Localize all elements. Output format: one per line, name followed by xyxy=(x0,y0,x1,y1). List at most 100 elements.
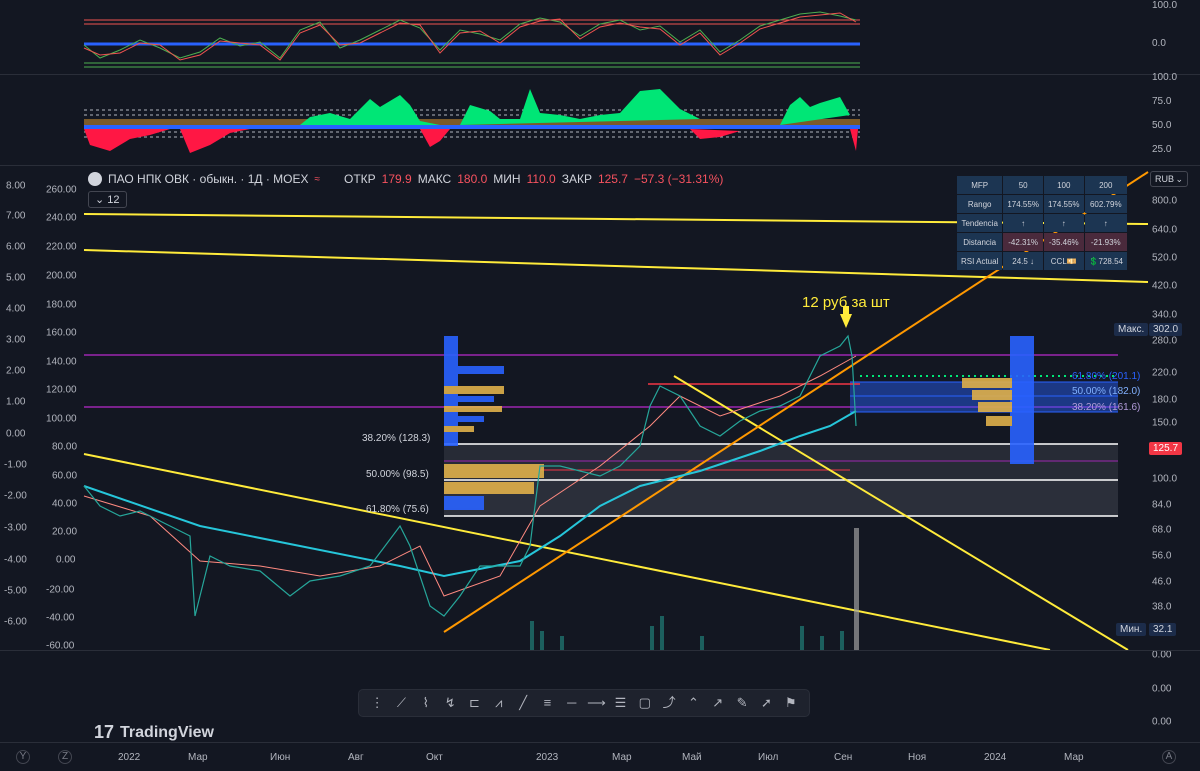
brush-icon[interactable]: ✎ xyxy=(733,694,751,712)
x-tick: Окт xyxy=(426,752,443,763)
osc2-scale-50: 50.0 xyxy=(1152,120,1172,131)
left-tick: 0.00 xyxy=(6,428,26,440)
left-tick: 7.00 xyxy=(6,210,26,222)
mfp-cell: RSI Actual xyxy=(957,252,1003,270)
chart-toggle-icon[interactable]: ≈ xyxy=(315,174,321,185)
right-tick: 46.0 xyxy=(1152,576,1172,588)
right-tick: 220.0 xyxy=(1152,367,1178,379)
left-tick: 180.00 xyxy=(46,299,77,311)
mfp-table: MFP 50 100 200 Rango 174.55% 174.55% 602… xyxy=(956,175,1128,271)
high-value: 180.0 xyxy=(457,172,488,186)
left-tick: 20.00 xyxy=(52,526,78,538)
chevron-down-icon: ⌄ xyxy=(95,194,105,206)
elliott-wave-icon[interactable]: ⟋ xyxy=(392,694,410,712)
left-tick: -4.00 xyxy=(4,554,27,566)
left-tick: 3.00 xyxy=(6,334,26,346)
left-tick: 140.00 xyxy=(46,356,77,368)
rectangle-icon[interactable]: ▢ xyxy=(636,694,654,712)
x-tick: Ноя xyxy=(908,752,927,763)
right-tick: 340.0 xyxy=(1152,309,1178,321)
x-tick: 2023 xyxy=(536,752,559,763)
fib-label-r500: 50.00% (182.0) xyxy=(1072,386,1141,397)
abc-pattern-icon[interactable]: ⌇ xyxy=(417,694,435,712)
mfp-cell: ↑ xyxy=(1003,214,1043,232)
low-value: 110.0 xyxy=(526,172,556,186)
cursor-pattern-icon[interactable]: ↯ xyxy=(441,694,459,712)
mfp-row: Tendencia ↑ ↑ ↑ xyxy=(957,214,1127,232)
volume-profile-left xyxy=(444,336,544,510)
mfp-cell: 24.5 ↓ xyxy=(1003,252,1043,270)
path-icon[interactable]: ⤴ xyxy=(660,694,678,712)
close-label: ЗАКР xyxy=(561,172,592,186)
osc1-scale-100: 100.0 xyxy=(1152,0,1178,11)
time-axis-border xyxy=(0,742,1200,743)
ae-pattern-icon[interactable]: ⩘ xyxy=(490,694,508,712)
horizontal-ray-icon[interactable]: ─ xyxy=(563,694,581,712)
auto-scale-button[interactable]: A xyxy=(1162,750,1176,764)
right-tick: 640.0 xyxy=(1152,224,1178,236)
mfp-header: 100 xyxy=(1043,176,1084,194)
low-label: МИН xyxy=(493,172,521,186)
mfp-row: RSI Actual 24.5 ↓ CCL💴 💲728.54 xyxy=(957,252,1127,270)
mfp-cell: 174.55% xyxy=(1003,195,1043,213)
mfp-cell: -42.31% xyxy=(1003,233,1043,251)
corner-button-left[interactable]: Y xyxy=(16,750,30,764)
symbol-header[interactable]: ПАО НПК ОВК · обыкн. · 1Д · MOEX ≈ ОТКР … xyxy=(88,172,723,186)
symbol-logo xyxy=(88,172,102,186)
left-tick: 8.00 xyxy=(6,180,26,192)
oscillator-2-plot xyxy=(84,89,860,153)
osc1-scale-0: 0.0 xyxy=(1152,38,1166,49)
indicators-toggle[interactable]: ⌄ 12 xyxy=(88,191,127,208)
close-value: 125.7 xyxy=(597,172,628,186)
symbol-title[interactable]: ПАО НПК ОВК · обыкн. · 1Д · MOEX xyxy=(108,172,309,186)
mfp-header: 50 xyxy=(1003,176,1043,194)
chevron-down-icon: ⌄ xyxy=(1175,173,1183,184)
min-price-value: 32.1 xyxy=(1149,623,1177,636)
ray-icon[interactable]: ↗ xyxy=(709,694,727,712)
left-tick: 4.00 xyxy=(6,303,26,315)
mfp-cell: Rango xyxy=(957,195,1003,213)
arrow-tool-icon[interactable]: ➚ xyxy=(757,694,775,712)
left-tick: -1.00 xyxy=(4,459,27,471)
currency-selector[interactable]: RUB ⌄ xyxy=(1150,171,1188,187)
x-tick: Июн xyxy=(270,752,291,763)
mfp-header: 200 xyxy=(1084,176,1127,194)
trend-line-icon[interactable]: ╱ xyxy=(514,694,532,712)
left-tick: 100.00 xyxy=(46,413,77,425)
left-tick: -2.00 xyxy=(4,490,27,502)
x-tick: 2022 xyxy=(118,752,141,763)
tradingview-logo[interactable]: 17 TradingView xyxy=(94,722,214,743)
indicator-count: 12 xyxy=(107,194,120,206)
fib-label-500: 50.00% (98.5) xyxy=(366,469,429,480)
mfp-row: Distancia -42.31% -35.46% -21.93% xyxy=(957,233,1127,251)
min-price-label: Мин. xyxy=(1116,623,1147,636)
right-tick: 280.0 xyxy=(1152,335,1178,347)
left-tick: -40.00 xyxy=(46,612,75,624)
drawing-toolbar[interactable]: ⋮ ⟋ ⌇ ↯ ⊏ ⩘ ╱ ≡ ─ ⟶ ☰ ▢ ⤴ ⌃ ↗ ✎ ➚ ⚑ xyxy=(358,689,810,717)
brand-name: TradingView xyxy=(120,723,214,741)
mfp-cell: 💲728.54 xyxy=(1084,252,1127,270)
oscillator-panel-1[interactable] xyxy=(0,0,1200,74)
fib-label-382: 38.20% (128.3) xyxy=(362,433,431,444)
right-tick: 0.00 xyxy=(1152,683,1172,695)
chart-annotation[interactable]: 12 руб за шт xyxy=(802,294,890,311)
x-tick: 2024 xyxy=(984,752,1007,763)
parallel-channel-icon[interactable]: ≡ xyxy=(538,694,556,712)
extended-line-icon[interactable]: ⟶ xyxy=(587,694,606,712)
flag-icon[interactable]: ⚑ xyxy=(782,694,800,712)
right-tick: 0.00 xyxy=(1152,716,1172,728)
oscillator-panel-2[interactable] xyxy=(0,75,1200,165)
pitchfork-icon[interactable]: ☰ xyxy=(611,694,629,712)
mfp-cell: -35.46% xyxy=(1043,233,1084,251)
fib-label-r618: 61.80% (201.1) xyxy=(1072,371,1141,382)
mfp-header-row: MFP 50 100 200 xyxy=(957,176,1127,194)
polyline-icon[interactable]: ⌃ xyxy=(684,694,702,712)
bracket-icon[interactable]: ⊏ xyxy=(465,694,483,712)
x-tick: Июл xyxy=(758,752,779,763)
corner-button-left2[interactable]: Z xyxy=(58,750,72,764)
right-tick: 38.0 xyxy=(1152,601,1172,613)
drag-handle-icon[interactable]: ⋮ xyxy=(368,694,386,712)
panel-separator[interactable] xyxy=(0,650,1200,651)
osc2-scale-75: 75.0 xyxy=(1152,96,1172,107)
left-tick: 220.00 xyxy=(46,241,77,253)
